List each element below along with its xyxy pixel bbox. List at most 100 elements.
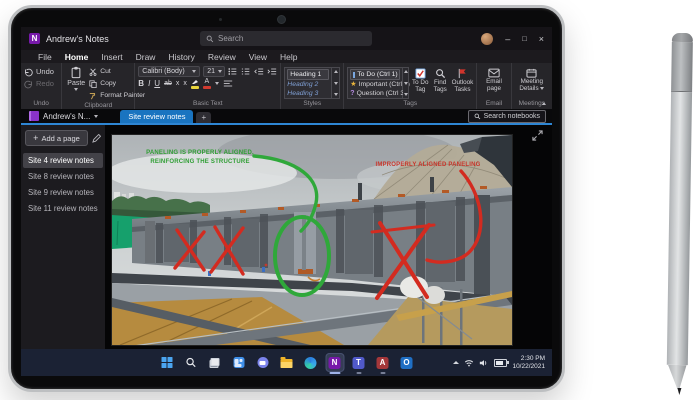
- pen-nib: [677, 388, 681, 395]
- increase-indent-button[interactable]: [267, 67, 277, 76]
- onenote-taskbar-button[interactable]: N: [325, 353, 344, 372]
- page-item-site-11[interactable]: Site 11 review notes: [21, 201, 105, 216]
- subscript-button[interactable]: x: [176, 80, 180, 87]
- todo-tag-button[interactable]: To Do Tag: [412, 68, 429, 93]
- numbered-list-button[interactable]: [241, 67, 251, 76]
- pen-tip-cone: [666, 365, 687, 389]
- underline-button[interactable]: U: [154, 79, 160, 88]
- access-icon: A: [377, 357, 389, 369]
- paste-button[interactable]: Paste: [67, 66, 85, 91]
- styles-gallery: Heading 1 Heading 2 Heading 3: [284, 67, 332, 99]
- style-heading-1[interactable]: Heading 1: [287, 69, 329, 80]
- edge-button[interactable]: [301, 353, 320, 372]
- menu-item-insert[interactable]: Insert: [101, 51, 122, 63]
- menu-item-file[interactable]: File: [38, 51, 52, 63]
- todo-checkbox-icon: [353, 72, 355, 78]
- outlook-icon: O: [401, 357, 413, 369]
- outlook-tasks-button[interactable]: Outlook Tasks: [452, 68, 474, 93]
- tag-important[interactable]: ★Important (Ctrl 2): [350, 80, 400, 89]
- access-button[interactable]: A: [373, 353, 392, 372]
- paste-dropdown-icon: [74, 88, 78, 91]
- strikethrough-button[interactable]: ab: [164, 80, 172, 87]
- fullscreen-expand-icon[interactable]: [532, 130, 543, 141]
- maximize-button[interactable]: □: [522, 34, 527, 43]
- page-item-site-4[interactable]: Site 4 review notes: [23, 153, 103, 168]
- ribbon: Undo Redo Undo Paste Cu: [21, 63, 552, 109]
- ribbon-group-email: Email page Email: [477, 63, 511, 109]
- highlight-button[interactable]: [191, 79, 199, 89]
- teams-button[interactable]: T: [349, 353, 368, 372]
- tablet-screen: N Andrew's Notes Search – □ × File Home …: [21, 27, 552, 376]
- chat-icon: [257, 357, 268, 368]
- menu-item-home[interactable]: Home: [65, 51, 89, 63]
- decrease-indent-button[interactable]: [254, 67, 264, 76]
- paste-icon: [70, 66, 82, 79]
- group-label-undo: Undo: [24, 99, 58, 109]
- collapse-ribbon-icon[interactable]: [542, 102, 546, 105]
- undo-icon: [24, 68, 33, 77]
- chat-button[interactable]: [253, 353, 272, 372]
- start-button[interactable]: [157, 353, 176, 372]
- account-avatar[interactable]: [481, 33, 493, 45]
- page-item-site-9[interactable]: Site 9 review notes: [21, 185, 105, 200]
- find-tags-icon: [435, 68, 446, 79]
- search-notebooks-box[interactable]: Search notebooks: [468, 110, 546, 123]
- construction-site-photo[interactable]: PANELING IS PROPERLY ALIGNED, REINFORCIN…: [112, 135, 512, 345]
- email-page-button[interactable]: Email page: [481, 68, 507, 92]
- section-tab-site-review-notes[interactable]: Site review notes: [120, 110, 193, 123]
- tags-scroll-buttons[interactable]: [403, 67, 409, 99]
- task-view-button[interactable]: [205, 353, 224, 372]
- font-size-select[interactable]: 21: [203, 66, 225, 77]
- widgets-icon: [233, 357, 244, 368]
- search-icon: [474, 113, 481, 120]
- italic-button[interactable]: I: [148, 79, 150, 88]
- envelope-icon: [488, 68, 500, 78]
- style-heading-2[interactable]: Heading 2: [287, 80, 329, 89]
- font-color-button[interactable]: A: [203, 79, 211, 89]
- task-view-icon: [210, 358, 220, 367]
- styles-scroll-buttons[interactable]: [332, 67, 340, 99]
- menu-item-view[interactable]: View: [249, 51, 267, 63]
- notebook-selector[interactable]: Andrew's N...: [21, 111, 106, 123]
- menu-item-draw[interactable]: Draw: [136, 51, 156, 63]
- redo-button[interactable]: Redo: [24, 79, 54, 89]
- add-page-button[interactable]: +Add a page: [25, 130, 88, 146]
- font-name-select[interactable]: Calibri (Body): [138, 66, 200, 77]
- undo-button[interactable]: Undo: [24, 67, 54, 77]
- windows-taskbar: N T A O 2:30 PM 10/22/2021: [21, 349, 552, 376]
- window-title: Andrew's Notes: [46, 34, 109, 44]
- outlook-button[interactable]: O: [397, 353, 416, 372]
- page-canvas[interactable]: PANELING IS PROPERLY ALIGNED, REINFORCIN…: [105, 125, 552, 349]
- system-tray[interactable]: 2:30 PM 10/22/2021: [453, 355, 552, 370]
- file-explorer-button[interactable]: [277, 353, 296, 372]
- title-search-box[interactable]: Search: [200, 31, 372, 46]
- tag-question[interactable]: ?Question (Ctrl 3): [350, 89, 400, 98]
- taskbar-search-button[interactable]: [181, 353, 200, 372]
- calendar-icon: [526, 68, 537, 78]
- close-button[interactable]: ×: [539, 34, 544, 44]
- compose-pencil-icon[interactable]: [92, 134, 101, 143]
- menu-item-history[interactable]: History: [168, 51, 194, 63]
- page-item-site-8[interactable]: Site 8 review notes: [21, 169, 105, 184]
- bold-button[interactable]: B: [138, 79, 144, 88]
- taskbar-clock[interactable]: 2:30 PM 10/22/2021: [512, 355, 545, 370]
- flag-icon: [457, 68, 468, 79]
- meeting-details-button[interactable]: Meeting Details: [515, 68, 549, 92]
- add-section-button[interactable]: +: [196, 112, 211, 123]
- superscript-button[interactable]: x: [183, 80, 187, 87]
- notebook-dropdown-icon: [94, 115, 98, 118]
- widgets-button[interactable]: [229, 353, 248, 372]
- tray-overflow-icon[interactable]: [453, 361, 459, 364]
- bullet-list-button[interactable]: [228, 67, 238, 76]
- ribbon-group-styles: Heading 1 Heading 2 Heading 3 Styles: [281, 63, 344, 109]
- paragraph-align-button[interactable]: [223, 79, 233, 88]
- copy-icon: [89, 80, 97, 88]
- minimize-button[interactable]: –: [505, 34, 510, 44]
- redo-icon: [24, 80, 33, 89]
- menu-item-help[interactable]: Help: [280, 51, 297, 63]
- pen-eraser-cap: [672, 33, 693, 42]
- style-heading-3[interactable]: Heading 3: [287, 89, 329, 98]
- tag-todo[interactable]: To Do (Ctrl 1): [350, 69, 400, 80]
- find-tags-button[interactable]: Find Tags: [432, 68, 449, 93]
- menu-item-review[interactable]: Review: [208, 51, 236, 63]
